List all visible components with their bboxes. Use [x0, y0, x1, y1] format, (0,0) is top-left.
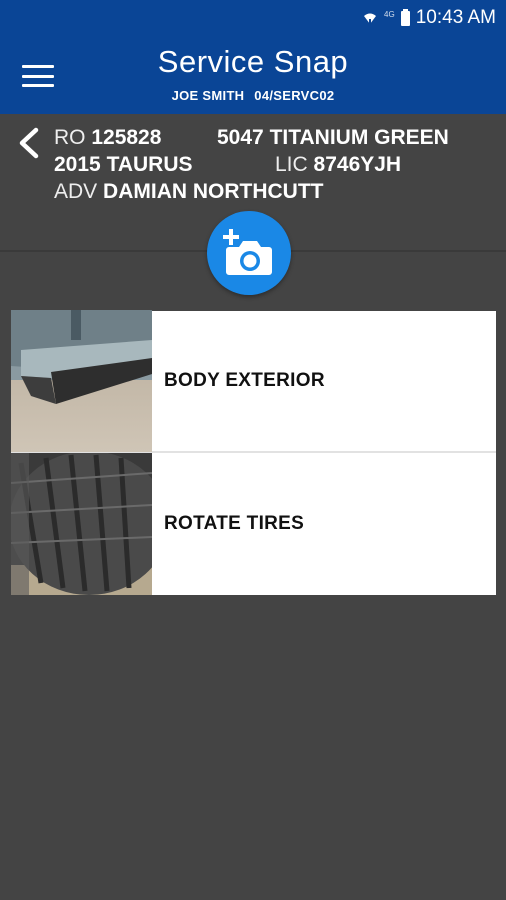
- status-time: 10:43 AM: [415, 7, 496, 28]
- color-row: 5047 TITANIUM GREEN: [217, 126, 449, 150]
- wifi-icon: [364, 13, 377, 25]
- color-name: TITANIUM GREEN: [269, 126, 449, 149]
- ro-value: 125828: [91, 126, 162, 149]
- add-photo-button[interactable]: [207, 211, 291, 295]
- service-item-body-exterior[interactable]: BODY EXTERIOR: [11, 310, 496, 453]
- service-item-label: BODY EXTERIOR: [164, 370, 325, 391]
- lic-row: LIC 8746YJH: [275, 153, 401, 177]
- add-camera-icon: [223, 229, 272, 275]
- ro-label: RO: [54, 126, 86, 149]
- ro-row: RO 125828: [54, 126, 161, 150]
- service-item-label: ROTATE TIRES: [164, 513, 305, 534]
- app-bar: Service Snap JOE SMITH 04/SERVC02: [0, 36, 506, 114]
- user-location: 04/SERVC02: [254, 88, 335, 103]
- app-subtitle: JOE SMITH 04/SERVC02: [0, 88, 506, 103]
- service-list: BODY EXTERIOR ROTATE TIRES: [11, 310, 496, 595]
- adv-label: ADV: [54, 180, 98, 203]
- car-body-photo-icon: [11, 310, 152, 452]
- vehicle-model: TAURUS: [106, 153, 193, 176]
- lic-value: 8746YJH: [313, 153, 402, 176]
- back-chevron-icon[interactable]: [14, 126, 42, 160]
- network-label: 4G: [384, 9, 395, 19]
- adv-row: ADV DAMIAN NORTHCUTT: [54, 180, 324, 204]
- app-title: Service Snap: [157, 44, 349, 79]
- user-name: JOE SMITH: [171, 88, 245, 103]
- lic-label: LIC: [275, 153, 308, 176]
- vehicle-year: 2015: [54, 153, 101, 176]
- tire-photo-icon: [11, 453, 152, 595]
- vehicle-row: 2015 TAURUS: [54, 153, 193, 177]
- battery-icon: [400, 8, 410, 26]
- adv-value: DAMIAN NORTHCUTT: [103, 180, 324, 203]
- service-item-rotate-tires[interactable]: ROTATE TIRES: [11, 453, 496, 595]
- status-bar: 4G 10:43 AM: [0, 0, 506, 36]
- color-code: 5047: [217, 126, 264, 149]
